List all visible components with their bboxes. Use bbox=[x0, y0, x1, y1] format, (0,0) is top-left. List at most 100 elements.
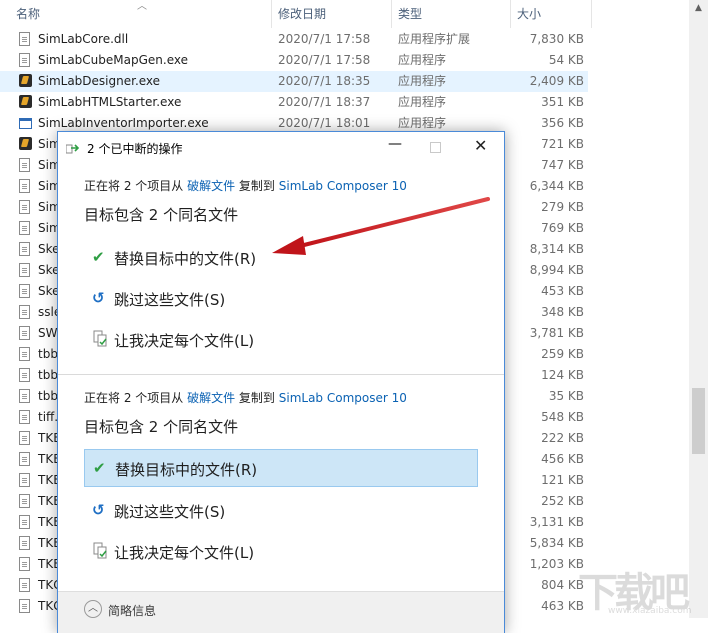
close-button[interactable]: ✕ bbox=[474, 136, 487, 155]
skip-files-option[interactable]: ↺ 跳过这些文件(S) bbox=[84, 492, 478, 530]
file-icon bbox=[19, 179, 32, 194]
file-size: 351 KB bbox=[541, 95, 584, 109]
conflict-heading: 目标包含 2 个同名文件 bbox=[84, 206, 239, 224]
interrupted-operations-dialog: 2 个已中断的操作 — ✕ 正在将 2 个项目从 破解文件 复制到 SimLab… bbox=[57, 131, 505, 633]
file-name: tiff. bbox=[38, 410, 59, 424]
file-size: 721 KB bbox=[541, 137, 584, 151]
file-icon bbox=[19, 452, 32, 467]
file-size: 8,314 KB bbox=[529, 242, 584, 256]
destination-folder-link[interactable]: SimLab Composer 10 bbox=[279, 179, 407, 193]
file-size: 747 KB bbox=[541, 158, 584, 172]
vertical-scrollbar[interactable]: ▲ bbox=[689, 0, 708, 618]
section-divider bbox=[58, 374, 504, 375]
copy-status-line: 正在将 2 个项目从 破解文件 复制到 SimLab Composer 10 bbox=[84, 177, 407, 194]
checkmark-icon: ✔ bbox=[93, 459, 106, 477]
file-row[interactable]: SimLabCore.dll 2020/7/1 17:58 应用程序扩展 7,830 … bbox=[0, 29, 588, 50]
option-label: 替换目标中的文件(R) bbox=[115, 461, 258, 479]
file-date: 2020/7/1 18:35 bbox=[278, 74, 371, 88]
simlab-app-icon bbox=[19, 137, 32, 152]
file-icon bbox=[19, 305, 32, 320]
file-icon bbox=[19, 557, 32, 572]
source-folder-link[interactable]: 破解文件 bbox=[187, 391, 235, 405]
file-type: 应用程序 bbox=[398, 74, 447, 88]
simlab-app-icon bbox=[19, 74, 32, 89]
file-name: SimLabHTMLStarter.exe bbox=[38, 95, 182, 109]
source-folder-link[interactable]: 破解文件 bbox=[187, 179, 235, 193]
file-size: 7,830 KB bbox=[529, 32, 584, 46]
file-date: 2020/7/1 17:58 bbox=[278, 32, 371, 46]
dialog-footer: ︿ 简略信息 bbox=[58, 591, 504, 633]
fewer-details-link[interactable]: 简略信息 bbox=[108, 602, 156, 619]
file-icon bbox=[19, 158, 32, 173]
option-label: 替换目标中的文件(R) bbox=[114, 250, 257, 268]
column-header-name[interactable]: 名称 bbox=[10, 0, 40, 28]
watermark-url: www.xiazaiba.com bbox=[608, 606, 692, 616]
file-type: 应用程序扩展 bbox=[398, 32, 471, 46]
file-size: 124 KB bbox=[541, 368, 584, 382]
file-size: 1,203 KB bbox=[529, 557, 584, 571]
destination-folder-link[interactable]: SimLab Composer 10 bbox=[279, 391, 407, 405]
file-icon bbox=[19, 410, 32, 425]
file-name: tbb bbox=[38, 389, 58, 403]
column-header-type[interactable]: 类型 bbox=[392, 0, 422, 28]
file-type: 应用程序 bbox=[398, 53, 447, 67]
dialog-titlebar[interactable]: 2 个已中断的操作 — ✕ bbox=[58, 132, 504, 163]
file-date: 2020/7/1 17:58 bbox=[278, 53, 371, 67]
file-date: 2020/7/1 18:37 bbox=[278, 95, 371, 109]
file-icon bbox=[19, 599, 32, 614]
file-icon bbox=[19, 326, 32, 341]
file-icon bbox=[19, 368, 32, 383]
file-icon bbox=[19, 242, 32, 257]
dll-file-icon bbox=[19, 32, 32, 47]
scrollbar-thumb[interactable] bbox=[692, 388, 705, 454]
file-name: tbb bbox=[38, 368, 58, 382]
file-type: 应用程序 bbox=[398, 95, 447, 109]
file-icon bbox=[19, 284, 32, 299]
status-mid: 复制到 bbox=[235, 391, 279, 405]
decide-each-file-option[interactable]: 让我决定每个文件(L) bbox=[84, 321, 478, 359]
file-icon bbox=[19, 473, 32, 488]
file-size: 463 KB bbox=[541, 599, 584, 613]
file-size: 5,834 KB bbox=[529, 536, 584, 550]
sort-ascending-icon: ︿ bbox=[137, 1, 147, 12]
skip-files-option[interactable]: ↺ 跳过这些文件(S) bbox=[84, 280, 478, 318]
option-label: 让我决定每个文件(L) bbox=[114, 544, 255, 562]
replace-files-option[interactable]: ✔ 替换目标中的文件(R) bbox=[84, 239, 478, 277]
file-icon bbox=[19, 515, 32, 530]
file-row[interactable]: SimLabCubeMapGen.exe 2020/7/1 17:58 应用程序 54… bbox=[0, 50, 588, 71]
decide-each-file-option[interactable]: 让我决定每个文件(L) bbox=[84, 533, 478, 571]
column-header-date[interactable]: 修改日期 bbox=[272, 0, 326, 28]
status-prefix: 正在将 2 个项目从 bbox=[84, 179, 188, 193]
file-row[interactable]: SimLabDesigner.exe 2020/7/1 18:35 应用程序 2,40… bbox=[0, 71, 588, 92]
chevron-up-icon[interactable]: ︿ bbox=[84, 600, 102, 618]
file-icon bbox=[19, 263, 32, 278]
maximize-button[interactable] bbox=[430, 142, 441, 153]
file-name: SW bbox=[38, 326, 58, 340]
file-size: 356 KB bbox=[541, 116, 584, 130]
file-size: 804 KB bbox=[541, 578, 584, 592]
copy-operation-icon bbox=[66, 144, 80, 154]
file-name: tbb bbox=[38, 347, 58, 361]
option-label: 让我决定每个文件(L) bbox=[114, 332, 255, 350]
file-size: 279 KB bbox=[541, 200, 584, 214]
file-size: 121 KB bbox=[541, 473, 584, 487]
column-header-size[interactable]: 大小 bbox=[511, 0, 541, 28]
file-size: 35 KB bbox=[548, 389, 584, 403]
replace-files-option[interactable]: ✔ 替换目标中的文件(R) bbox=[84, 449, 478, 487]
file-size: 8,994 KB bbox=[529, 263, 584, 277]
column-divider[interactable] bbox=[591, 0, 592, 28]
file-icon bbox=[19, 347, 32, 362]
file-icon bbox=[19, 431, 32, 446]
file-size: 222 KB bbox=[541, 431, 584, 445]
simlab-app-icon bbox=[19, 95, 32, 110]
minimize-button[interactable]: — bbox=[388, 136, 402, 152]
option-label: 跳过这些文件(S) bbox=[114, 503, 226, 521]
scroll-up-arrow-icon[interactable]: ▲ bbox=[689, 0, 708, 17]
file-size: 3,781 KB bbox=[529, 326, 584, 340]
file-name: SimLabCore.dll bbox=[38, 32, 129, 46]
file-row[interactable]: SimLabHTMLStarter.exe 2020/7/1 18:37 应用程序 3… bbox=[0, 92, 588, 113]
option-label: 跳过这些文件(S) bbox=[114, 291, 226, 309]
file-icon bbox=[19, 200, 32, 215]
file-icon bbox=[19, 389, 32, 404]
watermark-logo: 下载吧 www.xiazaiba.com bbox=[578, 560, 692, 618]
